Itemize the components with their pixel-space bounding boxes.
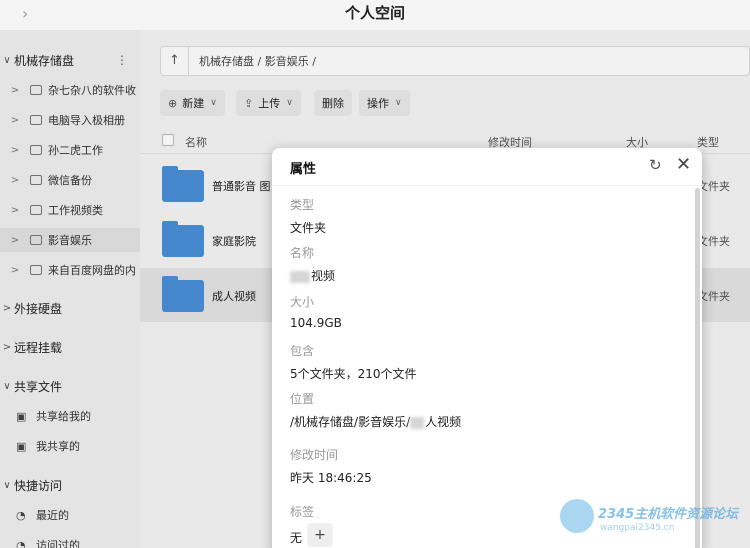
window-title: 个人空间: [344, 4, 405, 22]
location-suffix: 人视频: [425, 415, 462, 429]
dialog-title: 属性: [290, 162, 317, 177]
property-value-location: /机械存储盘/影音娱乐/人视频: [290, 413, 461, 430]
watermark: 2345主机软件资源论坛 wangpai2345.cn: [560, 495, 750, 545]
property-value-size: 104.9GB: [290, 316, 342, 330]
properties-dialog: 属性 ↻ ✕ 类型 文件夹 名称 视频 大小 104.9GB 包含 5个文件夹，…: [272, 148, 702, 548]
property-value-contains: 5个文件夹，210个文件: [290, 367, 417, 381]
redacted-mark: [290, 270, 310, 283]
property-label-name: 名称: [290, 246, 315, 260]
dialog-scrollbar[interactable]: [695, 188, 700, 548]
property-value-name: 视频: [290, 267, 335, 284]
property-label-location: 位置: [290, 392, 315, 406]
watermark-brand: 2345主机软件资源论坛: [598, 507, 739, 522]
property-label-size: 大小: [290, 295, 315, 309]
property-value-type: 文件夹: [290, 221, 327, 235]
redacted-mark: [410, 416, 425, 429]
property-label-contains: 包含: [290, 344, 315, 358]
property-label-type: 类型: [290, 198, 315, 212]
property-value-name-text: 视频: [311, 269, 336, 283]
property-value-modified: 昨天 18:46:25: [290, 471, 372, 485]
dialog-header: 属性 ↻ ✕: [272, 148, 702, 186]
property-label-tags: 标签: [290, 505, 315, 519]
close-icon[interactable]: ✕: [676, 154, 691, 175]
watermark-logo: [560, 499, 594, 533]
refresh-icon[interactable]: ↻: [649, 156, 662, 174]
watermark-url: wangpai2345.cn: [600, 523, 675, 533]
location-prefix: /机械存储盘/影音娱乐/: [290, 415, 411, 429]
property-value-tags: 无: [290, 531, 303, 545]
title-bar: › 个人空间: [0, 0, 750, 30]
property-label-modified: 修改时间: [290, 448, 339, 462]
add-tag-button[interactable]: +: [307, 523, 333, 547]
